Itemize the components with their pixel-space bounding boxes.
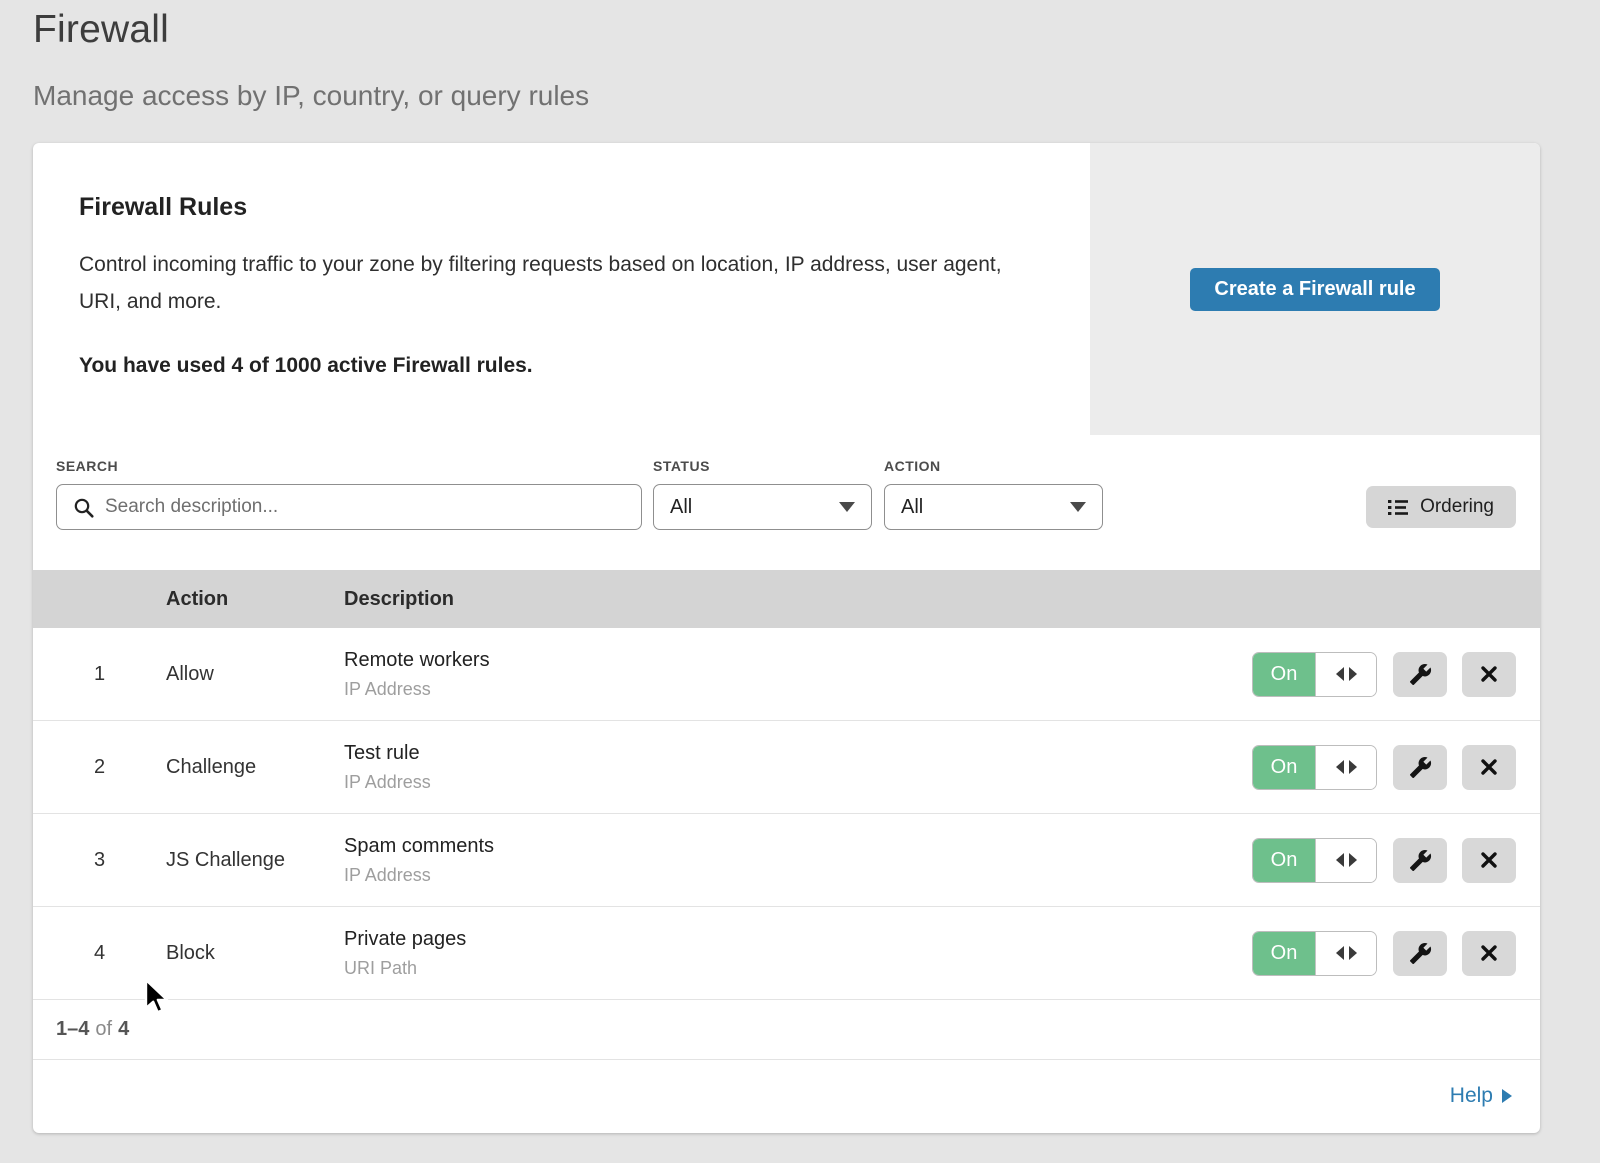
rule-action: Challenge — [166, 756, 344, 779]
rule-controls: On — [1252, 931, 1540, 976]
action-select[interactable]: All — [884, 484, 1103, 530]
rule-field: IP Address — [344, 679, 1252, 700]
edit-rule-button[interactable] — [1393, 931, 1447, 976]
rule-field: URI Path — [344, 958, 1252, 979]
action-select-value: All — [901, 496, 923, 519]
ordering-button[interactable]: Ordering — [1366, 486, 1516, 528]
status-label: STATUS — [653, 458, 872, 474]
action-label: ACTION — [884, 458, 1103, 474]
edit-rule-button[interactable] — [1393, 652, 1447, 697]
delete-rule-button[interactable] — [1462, 652, 1516, 697]
table-row: 2 Challenge Test rule IP Address On — [33, 721, 1540, 814]
close-icon — [1478, 756, 1500, 778]
pagination-range: 1–4 — [56, 1018, 89, 1041]
action-filter: ACTION All — [884, 458, 1103, 530]
wrench-icon — [1409, 849, 1432, 872]
intro-text-block: Firewall Rules Control incoming traffic … — [33, 143, 1090, 435]
ordering-wrap: Ordering — [1366, 458, 1516, 528]
intro-description: Control incoming traffic to your zone by… — [79, 246, 1020, 320]
edit-rule-button[interactable] — [1393, 838, 1447, 883]
rule-description-cell: Remote workers IP Address — [344, 649, 1252, 700]
delete-rule-button[interactable] — [1462, 931, 1516, 976]
rule-enabled-toggle[interactable]: On — [1252, 931, 1377, 976]
toggle-on-label: On — [1253, 839, 1315, 882]
close-icon — [1478, 942, 1500, 964]
wrench-icon — [1409, 756, 1432, 779]
help-link[interactable]: Help — [1450, 1084, 1493, 1108]
firewall-page: Firewall Manage access by IP, country, o… — [0, 0, 1600, 1163]
rule-priority: 4 — [33, 942, 166, 965]
intro-section: Firewall Rules Control incoming traffic … — [33, 143, 1540, 435]
rule-priority: 3 — [33, 849, 166, 872]
toggle-arrows-icon — [1315, 746, 1376, 789]
rule-action: Allow — [166, 663, 344, 686]
help-row: Help — [33, 1060, 1540, 1132]
close-icon — [1478, 849, 1500, 871]
edit-rule-button[interactable] — [1393, 745, 1447, 790]
table-row: 1 Allow Remote workers IP Address On — [33, 628, 1540, 721]
rule-action: JS Challenge — [166, 849, 344, 872]
search-input[interactable] — [57, 485, 641, 529]
table-header: Action Description — [33, 570, 1540, 628]
pagination: 1–4 of 4 — [33, 1000, 1540, 1060]
toggle-arrows-icon — [1315, 932, 1376, 975]
chevron-down-icon — [839, 502, 855, 512]
rule-field: IP Address — [344, 772, 1252, 793]
rule-description-cell: Spam comments IP Address — [344, 835, 1252, 886]
help-arrow-icon[interactable] — [1502, 1089, 1512, 1103]
create-rule-panel: Create a Firewall rule — [1090, 143, 1540, 435]
rule-enabled-toggle[interactable]: On — [1252, 652, 1377, 697]
page-title: Firewall — [33, 8, 1600, 52]
status-select[interactable]: All — [653, 484, 872, 530]
table-row: 4 Block Private pages URI Path On — [33, 907, 1540, 1000]
list-icon — [1388, 499, 1408, 516]
pagination-of: of — [95, 1018, 112, 1041]
rule-controls: On — [1252, 745, 1540, 790]
action-column-header: Action — [166, 588, 344, 611]
toggle-on-label: On — [1253, 653, 1315, 696]
toggle-on-label: On — [1253, 932, 1315, 975]
close-icon — [1478, 663, 1500, 685]
usage-summary: You have used 4 of 1000 active Firewall … — [79, 354, 1020, 378]
rule-controls: On — [1252, 838, 1540, 883]
page-header: Firewall Manage access by IP, country, o… — [0, 0, 1600, 112]
toggle-arrows-icon — [1315, 653, 1376, 696]
page-subtitle: Manage access by IP, country, or query r… — [33, 80, 1600, 112]
chevron-down-icon — [1070, 502, 1086, 512]
delete-rule-button[interactable] — [1462, 745, 1516, 790]
table-row: 3 JS Challenge Spam comments IP Address … — [33, 814, 1540, 907]
search-filter: SEARCH — [56, 458, 642, 530]
rule-description: Remote workers — [344, 649, 1252, 672]
rule-priority: 1 — [33, 663, 166, 686]
rule-enabled-toggle[interactable]: On — [1252, 838, 1377, 883]
rule-description-cell: Private pages URI Path — [344, 928, 1252, 979]
rule-description-cell: Test rule IP Address — [344, 742, 1252, 793]
status-filter: STATUS All — [653, 458, 872, 530]
wrench-icon — [1409, 942, 1432, 965]
firewall-rules-card: Firewall Rules Control incoming traffic … — [33, 143, 1540, 1133]
delete-rule-button[interactable] — [1462, 838, 1516, 883]
toggle-arrows-icon — [1315, 839, 1376, 882]
toggle-on-label: On — [1253, 746, 1315, 789]
rule-field: IP Address — [344, 865, 1252, 886]
filters-bar: SEARCH STATUS All ACTION — [33, 435, 1540, 570]
description-column-header: Description — [344, 588, 1540, 611]
rule-description: Test rule — [344, 742, 1252, 765]
ordering-button-label: Ordering — [1420, 496, 1494, 518]
search-box — [56, 484, 642, 530]
rule-controls: On — [1252, 652, 1540, 697]
search-label: SEARCH — [56, 458, 642, 474]
rule-description: Private pages — [344, 928, 1252, 951]
rule-enabled-toggle[interactable]: On — [1252, 745, 1377, 790]
create-firewall-rule-button[interactable]: Create a Firewall rule — [1190, 268, 1439, 311]
intro-heading: Firewall Rules — [79, 193, 1020, 222]
rule-action: Block — [166, 942, 344, 965]
wrench-icon — [1409, 663, 1432, 686]
status-select-value: All — [670, 496, 692, 519]
rule-description: Spam comments — [344, 835, 1252, 858]
search-icon — [73, 497, 95, 519]
rule-priority: 2 — [33, 756, 166, 779]
pagination-total: 4 — [118, 1018, 129, 1041]
